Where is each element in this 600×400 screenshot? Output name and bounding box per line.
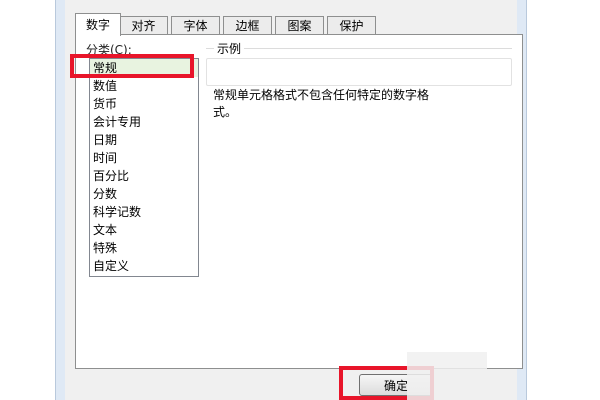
sample-preview xyxy=(206,58,512,86)
category-item-custom[interactable]: 自定义 xyxy=(90,257,198,275)
category-item-accounting[interactable]: 会计专用 xyxy=(90,113,198,131)
number-format-panel: 分类(C): 常规 数值 货币 会计专用 日期 时间 百分比 分数 科学记数 文… xyxy=(75,34,523,369)
tab-protection[interactable]: 保护 xyxy=(327,16,376,35)
category-item-scientific[interactable]: 科学记数 xyxy=(90,203,198,221)
category-item-time[interactable]: 时间 xyxy=(90,149,198,167)
sample-divider xyxy=(206,48,512,49)
category-item-text[interactable]: 文本 xyxy=(90,221,198,239)
category-item-currency[interactable]: 货币 xyxy=(90,95,198,113)
category-list[interactable]: 常规 数值 货币 会计专用 日期 时间 百分比 分数 科学记数 文本 特殊 自定… xyxy=(89,58,199,277)
tab-border[interactable]: 边框 xyxy=(223,16,272,35)
category-item-percentage[interactable]: 百分比 xyxy=(90,167,198,185)
highlight-general xyxy=(70,54,194,78)
category-item-number[interactable]: 数值 xyxy=(90,77,198,95)
category-item-special[interactable]: 特殊 xyxy=(90,239,198,257)
sample-title: 示例 xyxy=(214,40,245,57)
tab-alignment[interactable]: 对齐 xyxy=(119,16,168,35)
category-item-date[interactable]: 日期 xyxy=(90,131,198,149)
tab-pattern[interactable]: 图案 xyxy=(275,16,324,35)
watermark-overlay xyxy=(407,352,487,400)
sample-group: 示例 xyxy=(206,40,512,86)
tab-number[interactable]: 数字 xyxy=(75,13,121,36)
category-item-fraction[interactable]: 分数 xyxy=(90,185,198,203)
format-description: 常规单元格格式不包含任何特定的数字格式。 xyxy=(213,88,430,119)
tab-font[interactable]: 字体 xyxy=(171,16,220,35)
